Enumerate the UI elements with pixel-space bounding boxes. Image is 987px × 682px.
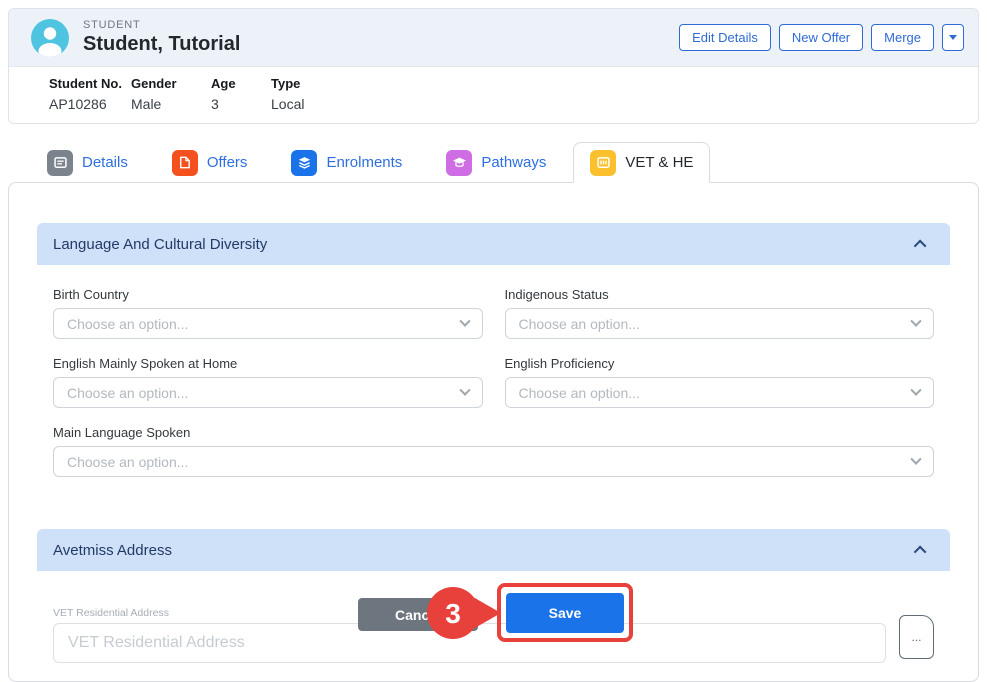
- details-card-icon: [47, 150, 73, 176]
- language-diversity-section: Language And Cultural Diversity Birth Co…: [37, 223, 950, 503]
- summary-value: AP10286: [49, 96, 131, 112]
- english-proficiency-select[interactable]: Choose an option...: [505, 377, 935, 408]
- edit-details-button[interactable]: Edit Details: [679, 24, 771, 51]
- student-summary-bar: Student No. AP10286 Gender Male Age 3 Ty…: [9, 66, 978, 123]
- indigenous-status-select[interactable]: Choose an option...: [505, 308, 935, 339]
- chevron-up-icon[interactable]: [914, 239, 927, 252]
- select-placeholder: Choose an option...: [67, 385, 188, 401]
- chevron-down-icon: [910, 384, 921, 395]
- summary-value: 3: [211, 96, 271, 112]
- merge-button[interactable]: Merge: [871, 24, 934, 51]
- field-label: Indigenous Status: [505, 287, 935, 302]
- select-placeholder: Choose an option...: [519, 385, 640, 401]
- entity-type-label: STUDENT: [83, 19, 240, 31]
- summary-value: Local: [271, 96, 304, 112]
- tab-vet-he[interactable]: VET & HE: [573, 142, 710, 183]
- summary-label: Gender: [131, 76, 211, 91]
- english-at-home-field: English Mainly Spoken at Home Choose an …: [53, 356, 483, 408]
- offer-document-icon: [172, 150, 198, 176]
- section-title: Language And Cultural Diversity: [53, 236, 267, 253]
- chart-columns-icon: [590, 150, 616, 176]
- field-label: English Proficiency: [505, 356, 935, 371]
- select-placeholder: Choose an option...: [67, 316, 188, 332]
- summary-gender: Gender Male: [131, 76, 211, 112]
- vet-he-panel: Language And Cultural Diversity Birth Co…: [8, 182, 979, 682]
- english-at-home-select[interactable]: Choose an option...: [53, 377, 483, 408]
- vet-residential-address-label: VET Residential Address: [53, 607, 934, 619]
- select-placeholder: Choose an option...: [519, 316, 640, 332]
- graduation-cap-icon: [446, 150, 472, 176]
- cancel-button[interactable]: Cancel: [358, 598, 478, 631]
- student-name: Student, Tutorial: [83, 33, 240, 56]
- language-diversity-section-header[interactable]: Language And Cultural Diversity: [37, 223, 950, 265]
- more-actions-button[interactable]: [942, 24, 964, 51]
- tab-offers[interactable]: Offers: [155, 142, 265, 183]
- tab-label: Enrolments: [326, 154, 402, 171]
- tab-bar: Details Offers Enrolments Pathways VET &…: [8, 142, 979, 183]
- save-button[interactable]: Save: [506, 593, 624, 633]
- main-language-select[interactable]: Choose an option...: [53, 446, 934, 477]
- avatar: [31, 19, 69, 57]
- avetmiss-address-section-header[interactable]: Avetmiss Address: [37, 529, 950, 571]
- chevron-down-icon: [910, 453, 921, 464]
- chevron-down-icon: [459, 315, 470, 326]
- birth-country-select[interactable]: Choose an option...: [53, 308, 483, 339]
- english-proficiency-field: English Proficiency Choose an option...: [505, 356, 935, 408]
- tab-pathways[interactable]: Pathways: [429, 142, 563, 183]
- summary-type: Type Local: [271, 76, 304, 112]
- language-diversity-section-body: Birth Country Choose an option... Indige…: [37, 265, 950, 503]
- field-label: Birth Country: [53, 287, 483, 302]
- chevron-up-icon[interactable]: [914, 545, 927, 558]
- chevron-down-icon: [910, 315, 921, 326]
- section-title: Avetmiss Address: [53, 542, 172, 559]
- profile-header: STUDENT Student, Tutorial Edit Details N…: [9, 9, 978, 66]
- save-highlight-box: Save: [497, 583, 633, 642]
- field-label: Main Language Spoken: [53, 425, 934, 440]
- summary-student-no: Student No. AP10286: [49, 76, 131, 112]
- caret-down-icon: [949, 35, 957, 40]
- tab-details[interactable]: Details: [30, 142, 145, 183]
- avetmiss-address-section-body: VET Residential Address ...: [37, 571, 950, 663]
- profile-actions: Edit Details New Offer Merge: [679, 24, 964, 51]
- summary-age: Age 3: [211, 76, 271, 112]
- page: STUDENT Student, Tutorial Edit Details N…: [0, 0, 987, 682]
- field-label: English Mainly Spoken at Home: [53, 356, 483, 371]
- summary-value: Male: [131, 96, 211, 112]
- select-placeholder: Choose an option...: [67, 454, 188, 470]
- summary-label: Student No.: [49, 76, 131, 91]
- birth-country-field: Birth Country Choose an option...: [53, 287, 483, 339]
- address-lookup-button[interactable]: ...: [899, 615, 934, 659]
- tab-label: Offers: [207, 154, 248, 171]
- tab-label: Pathways: [481, 154, 546, 171]
- new-offer-button[interactable]: New Offer: [779, 24, 863, 51]
- summary-label: Age: [211, 76, 271, 91]
- tab-enrolments[interactable]: Enrolments: [274, 142, 419, 183]
- student-profile-card: STUDENT Student, Tutorial Edit Details N…: [8, 8, 979, 124]
- layers-icon: [291, 150, 317, 176]
- tab-label: Details: [82, 154, 128, 171]
- profile-meta: STUDENT Student, Tutorial: [83, 19, 240, 56]
- summary-label: Type: [271, 76, 304, 91]
- main-language-field: Main Language Spoken Choose an option...: [53, 425, 934, 477]
- chevron-down-icon: [459, 384, 470, 395]
- person-icon: [31, 19, 69, 57]
- tab-label: VET & HE: [625, 154, 693, 171]
- indigenous-status-field: Indigenous Status Choose an option...: [505, 287, 935, 339]
